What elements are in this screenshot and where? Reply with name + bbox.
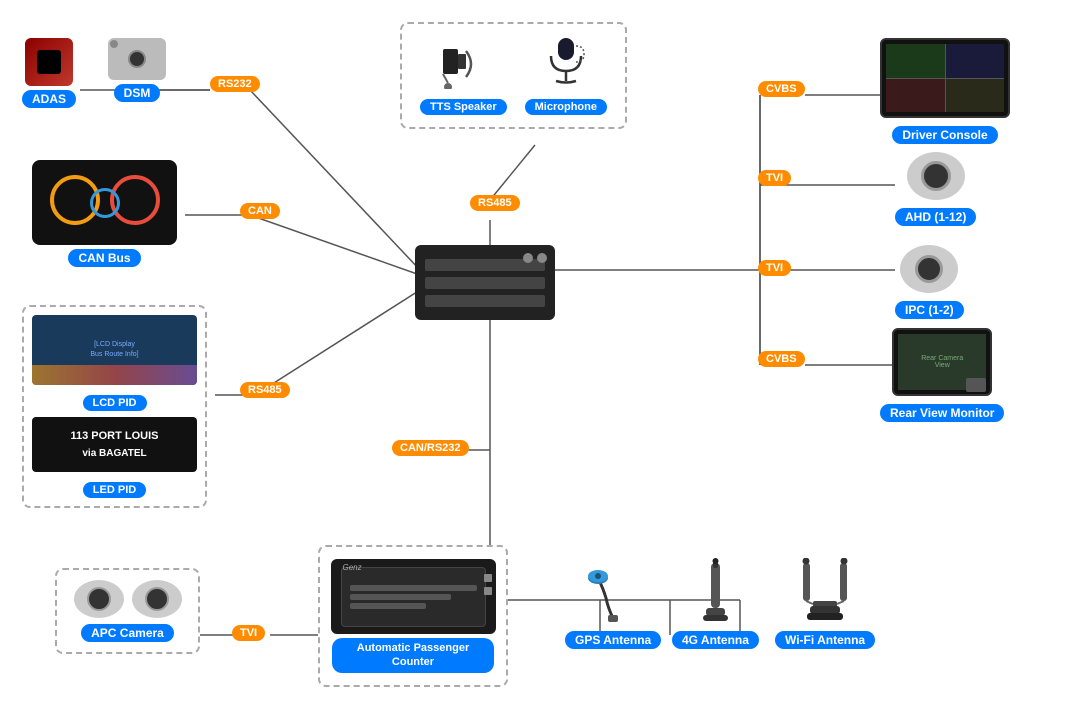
adas-node: ADAS xyxy=(22,38,76,108)
led-pid-label: LED PID xyxy=(83,482,146,498)
ipc-node: IPC (1-2) xyxy=(895,245,964,319)
adas-label: ADAS xyxy=(22,90,76,108)
dvr-unit xyxy=(415,245,555,320)
gps-antenna-label: GPS Antenna xyxy=(565,631,661,649)
driver-console-label: Driver Console xyxy=(892,126,997,144)
rear-monitor-node: Rear CameraView Rear View Monitor xyxy=(880,328,1004,422)
system-diagram: RS232 CAN RS485 RS485 CAN/RS232 TVI CVBS… xyxy=(0,0,1080,725)
rs485-left-label: RS485 xyxy=(240,380,290,398)
gps-antenna-node: GPS Antenna xyxy=(565,558,661,649)
wifi-antenna-node: Wi-Fi Antenna xyxy=(775,558,875,649)
tvi-mid1-label: TVI xyxy=(758,168,791,186)
dsm-label: DSM xyxy=(114,84,161,102)
tts-speaker-label: TTS Speaker xyxy=(420,99,507,115)
lcd-pid-label: LCD PID xyxy=(83,395,147,411)
canbus-node: CAN Bus xyxy=(32,160,177,267)
can-label: CAN xyxy=(240,201,280,219)
rear-monitor-label: Rear View Monitor xyxy=(880,404,1004,422)
canbus-label: CAN Bus xyxy=(68,249,140,267)
rs485-center-label: RS485 xyxy=(470,193,520,211)
tvi-mid2-label: TVI xyxy=(758,258,791,276)
ahd-node: AHD (1-12) xyxy=(895,152,976,226)
ipc-label: IPC (1-2) xyxy=(895,301,964,319)
microphone-label: Microphone xyxy=(525,99,607,115)
cvbs-top-label: CVBS xyxy=(758,79,805,97)
ahd-label: AHD (1-12) xyxy=(895,208,976,226)
can-rs232-label: CAN/RS232 xyxy=(392,438,469,456)
driver-console-node: Driver Console xyxy=(880,38,1010,144)
rs232-label: RS232 xyxy=(210,74,260,92)
apc-node: Genz Automatic Passenger Counter xyxy=(318,545,508,687)
tvi-bottom-label: TVI xyxy=(232,623,265,641)
dsm-node: DSM xyxy=(108,38,166,102)
4g-antenna-node: 4G Antenna xyxy=(672,558,759,649)
wifi-antenna-label: Wi-Fi Antenna xyxy=(775,631,875,649)
apc-camera-label: APC Camera xyxy=(81,624,174,642)
pid-box: [LCD DisplayBus Route Info] LCD PID 113 … xyxy=(22,305,207,508)
4g-antenna-label: 4G Antenna xyxy=(672,631,759,649)
cvbs-bot-label: CVBS xyxy=(758,349,805,367)
apc-label: Automatic Passenger Counter xyxy=(332,638,494,673)
audio-box: TTS Speaker Microphone xyxy=(400,22,627,129)
apc-camera-node: APC Camera xyxy=(55,568,200,654)
